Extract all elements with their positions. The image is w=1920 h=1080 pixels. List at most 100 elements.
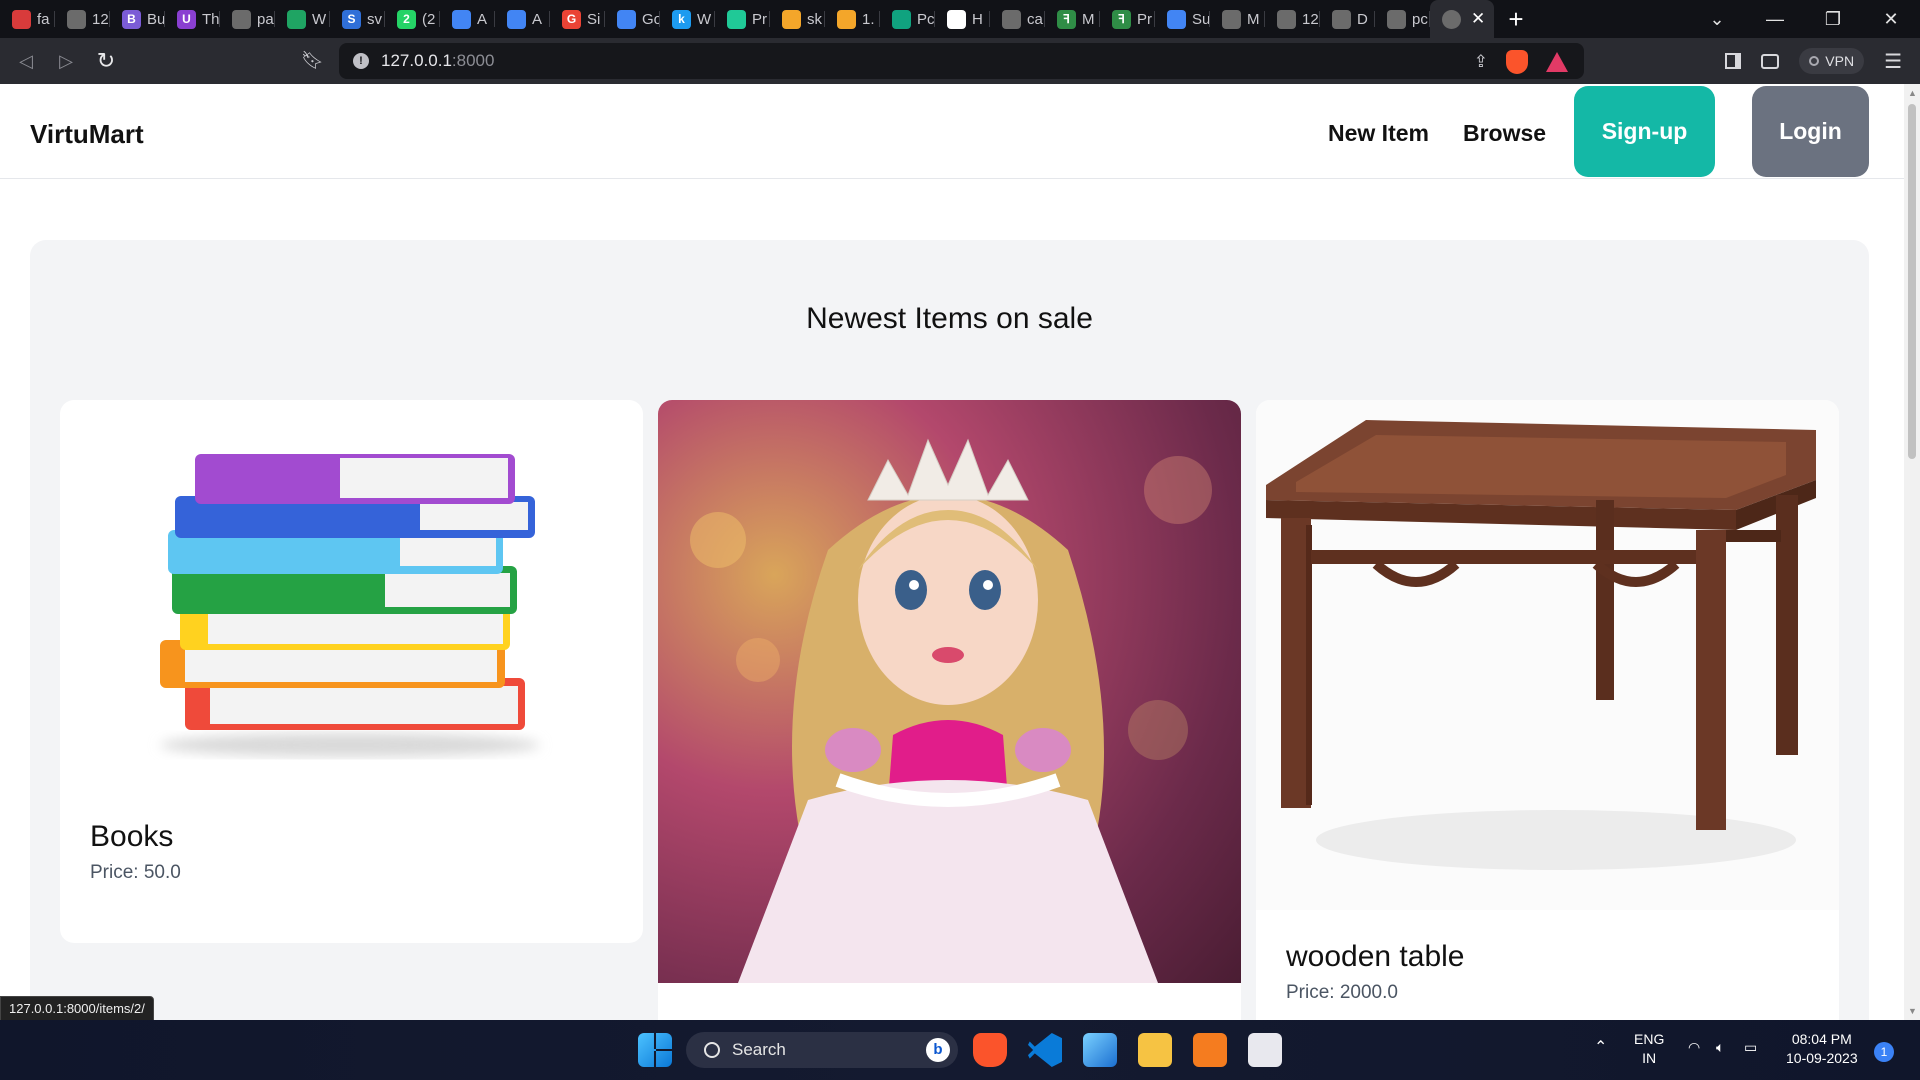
section-title: Newest Items on sale bbox=[806, 302, 1093, 335]
snipping-tool-icon[interactable] bbox=[1248, 1033, 1282, 1067]
nav-new-item[interactable]: New Item bbox=[1328, 120, 1429, 147]
photos-icon[interactable] bbox=[1083, 1033, 1117, 1067]
back-button[interactable]: ◁ bbox=[6, 51, 46, 72]
scroll-up-icon[interactable]: ▲ bbox=[1908, 88, 1917, 98]
sidebar-toggle-icon[interactable] bbox=[1725, 53, 1742, 69]
tab-title: ca bbox=[1027, 10, 1043, 28]
close-tab-icon[interactable]: ✕ bbox=[1471, 9, 1485, 29]
wallet-icon[interactable] bbox=[1761, 53, 1780, 69]
browser-tab[interactable]: Su bbox=[1155, 0, 1210, 38]
browser-tab[interactable]: kW bbox=[660, 0, 715, 38]
browser-tab[interactable]: Ssv bbox=[330, 0, 385, 38]
tab-title: A bbox=[477, 10, 488, 28]
browser-tab[interactable]: M bbox=[1210, 0, 1265, 38]
taskbar-search[interactable]: Search b bbox=[686, 1032, 958, 1068]
browser-tab[interactable]: 12 bbox=[1265, 0, 1320, 38]
browser-tab[interactable]: 2 (2 bbox=[385, 0, 440, 38]
browser-tab[interactable]: pa bbox=[220, 0, 275, 38]
forward-button[interactable]: ▷ bbox=[46, 51, 86, 72]
browser-tab[interactable]: sk bbox=[770, 0, 825, 38]
tab-title: A bbox=[532, 10, 543, 28]
menu-icon[interactable]: ☰ bbox=[1884, 49, 1902, 74]
notification-badge[interactable]: 1 bbox=[1874, 1042, 1894, 1062]
tab-favicon-icon bbox=[727, 9, 746, 29]
brave-browser-icon[interactable] bbox=[973, 1033, 1007, 1067]
start-menu-icon[interactable] bbox=[638, 1033, 672, 1067]
scrollbar-thumb[interactable] bbox=[1908, 104, 1916, 459]
browser-tab[interactable]: Go bbox=[605, 0, 660, 38]
browser-tab[interactable]: D bbox=[1320, 0, 1375, 38]
close-window-button[interactable]: ✕ bbox=[1862, 9, 1920, 30]
tab-favicon-icon bbox=[1332, 9, 1351, 29]
file-explorer-icon[interactable] bbox=[1138, 1033, 1172, 1067]
browser-tab[interactable]: ꟻM bbox=[1045, 0, 1100, 38]
tab-title: W bbox=[312, 10, 327, 28]
share-icon[interactable]: ⇪ bbox=[1474, 52, 1488, 72]
tab-active[interactable]: ✕ bbox=[1430, 0, 1494, 38]
browser-tab[interactable]: A bbox=[495, 0, 550, 38]
site-brand[interactable]: VirtuMart bbox=[30, 119, 144, 150]
browser-tab[interactable]: H bbox=[935, 0, 990, 38]
volume-icon[interactable]: 🔈︎ bbox=[1716, 1038, 1724, 1057]
item-price: Price: 2000.0 bbox=[1286, 982, 1398, 1003]
item-card-doll[interactable] bbox=[658, 400, 1241, 1020]
brave-rewards-icon[interactable] bbox=[1546, 52, 1568, 72]
tab-list: fa 12 B Bu U Th pa W Ssv 2 (2 A A G Si Go k W Pr sk 1. Pc Hca ꟻ… bbox=[0, 0, 1430, 38]
item-card-wooden-table[interactable]: wooden table Price: 2000.0 bbox=[1256, 400, 1839, 1020]
browser-tab[interactable]: 1. bbox=[825, 0, 880, 38]
language-indicator[interactable]: ENG IN bbox=[1634, 1030, 1664, 1068]
browser-tab[interactable]: ca bbox=[990, 0, 1045, 38]
page-scrollbar[interactable]: ▲ ▼ bbox=[1904, 84, 1920, 1020]
bookmark-icon[interactable]: 🔖︎ bbox=[301, 50, 324, 71]
tab-title: H bbox=[972, 10, 983, 28]
browser-tab[interactable]: Pc bbox=[880, 0, 935, 38]
tab-favicon-icon bbox=[507, 9, 526, 29]
maximize-button[interactable]: ❐ bbox=[1804, 9, 1862, 30]
brave-shields-icon[interactable] bbox=[1506, 50, 1528, 74]
item-name[interactable]: Books bbox=[90, 820, 643, 854]
new-tab-button[interactable]: + bbox=[1494, 4, 1538, 35]
browser-tab[interactable]: pc bbox=[1375, 0, 1430, 38]
battery-icon[interactable]: ▭ bbox=[1744, 1038, 1757, 1057]
browser-tab[interactable]: B Bu bbox=[110, 0, 165, 38]
address-bar[interactable]: ! 127.0.0.1:8000 ⇪ bbox=[339, 43, 1584, 79]
url-text: 127.0.0.1:8000 bbox=[381, 51, 495, 70]
bing-icon[interactable]: b bbox=[926, 1038, 950, 1062]
window-controls: ⌄ — ❐ ✕ bbox=[1688, 0, 1920, 38]
browser-tab[interactable]: ꟻ Pr bbox=[1100, 0, 1155, 38]
vpn-button[interactable]: VPN bbox=[1799, 48, 1865, 74]
item-card-books[interactable]: Books Price: 50.0 bbox=[60, 400, 643, 943]
site-info-icon[interactable]: ! bbox=[353, 53, 369, 69]
tab-title: Su bbox=[1192, 10, 1210, 28]
minimize-button[interactable]: — bbox=[1746, 9, 1804, 30]
tab-search-icon[interactable]: ⌄ bbox=[1688, 9, 1746, 30]
tab-favicon-icon bbox=[287, 9, 306, 29]
browser-tab[interactable]: W bbox=[275, 0, 330, 38]
reload-button[interactable]: ↻ bbox=[86, 48, 126, 74]
browser-tab-strip: fa 12 B Bu U Th pa W Ssv 2 (2 A A G Si Go k W Pr sk 1. Pc Hca ꟻ… bbox=[0, 0, 1920, 38]
signup-button[interactable]: Sign-up bbox=[1574, 86, 1715, 177]
globe-icon bbox=[1442, 9, 1461, 29]
tray-overflow-icon[interactable]: ⌃ bbox=[1594, 1038, 1607, 1057]
clock[interactable]: 08:04 PM 10-09-2023 bbox=[1786, 1030, 1858, 1068]
wifi-icon[interactable]: ◠ bbox=[1688, 1038, 1700, 1057]
item-name[interactable]: wooden table bbox=[1286, 940, 1839, 974]
browser-tab[interactable]: Pr bbox=[715, 0, 770, 38]
browser-tab[interactable]: U Th bbox=[165, 0, 220, 38]
scroll-down-icon[interactable]: ▼ bbox=[1908, 1006, 1917, 1016]
browser-tab[interactable]: A bbox=[440, 0, 495, 38]
search-icon bbox=[704, 1042, 720, 1058]
nav-browse[interactable]: Browse bbox=[1463, 120, 1546, 147]
browser-tab[interactable]: 12 bbox=[55, 0, 110, 38]
tab-favicon-icon: k bbox=[672, 9, 691, 29]
xampp-icon[interactable] bbox=[1193, 1033, 1227, 1067]
tab-title: M bbox=[1247, 10, 1260, 28]
vscode-icon[interactable] bbox=[1028, 1033, 1062, 1067]
vpn-status-icon bbox=[1809, 56, 1820, 66]
books-image bbox=[60, 400, 643, 820]
browser-tab[interactable]: G Si bbox=[550, 0, 605, 38]
browser-tab[interactable]: fa bbox=[0, 0, 55, 38]
tab-title: 12 bbox=[92, 10, 109, 28]
login-button[interactable]: Login bbox=[1752, 86, 1869, 177]
tab-favicon-icon bbox=[67, 9, 86, 29]
